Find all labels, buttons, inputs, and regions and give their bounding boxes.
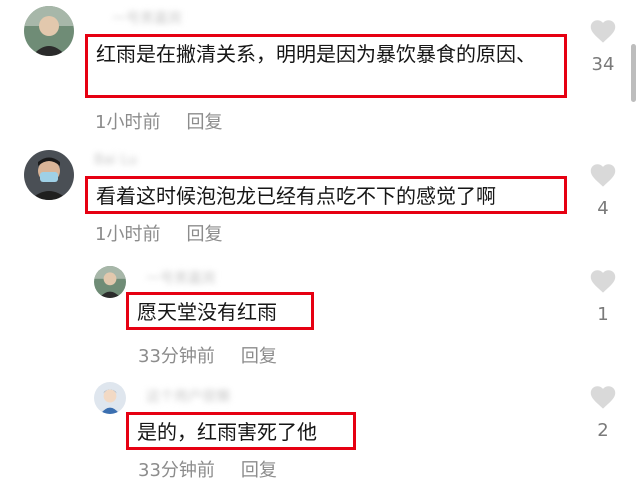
avatar[interactable] bbox=[94, 266, 126, 298]
avatar[interactable] bbox=[24, 6, 74, 56]
comment-meta: 33分钟前 回复 bbox=[138, 342, 277, 368]
comment-meta: 1小时前 回复 bbox=[95, 108, 222, 134]
like-count: 2 bbox=[597, 420, 609, 441]
like-count: 1 bbox=[597, 304, 609, 325]
reply-button[interactable]: 回复 bbox=[186, 112, 222, 133]
scrollbar[interactable] bbox=[631, 44, 636, 102]
comment-text: 愿天堂没有红雨 bbox=[126, 292, 314, 330]
comment-text: 看着这时候泡泡龙已经有点吃不下的感觉了啊 bbox=[85, 176, 567, 214]
comment-text: 红雨是在撇清关系，明明是因为暴饮暴食的原因、 bbox=[85, 34, 567, 98]
timestamp: 1小时前 bbox=[95, 112, 161, 133]
reply-button[interactable]: 回复 bbox=[186, 224, 222, 245]
like-count: 34 bbox=[591, 54, 615, 75]
heart-icon bbox=[590, 20, 616, 43]
like-button[interactable]: 1 bbox=[583, 268, 623, 325]
heart-icon bbox=[590, 164, 616, 187]
reply-button[interactable]: 回复 bbox=[241, 346, 277, 367]
comment-text: 是的，红雨害死了他 bbox=[126, 412, 356, 450]
comment-meta: 33分钟前 回复 bbox=[138, 456, 277, 482]
comment-meta: 1小时前 回复 bbox=[95, 220, 222, 246]
timestamp: 33分钟前 bbox=[138, 460, 215, 481]
username[interactable]: Bai Lu bbox=[94, 152, 137, 168]
timestamp: 33分钟前 bbox=[138, 346, 215, 367]
avatar[interactable] bbox=[94, 382, 126, 414]
heart-icon bbox=[590, 270, 616, 293]
like-button[interactable]: 2 bbox=[583, 384, 623, 441]
heart-icon bbox=[590, 386, 616, 409]
timestamp: 1小时前 bbox=[95, 224, 161, 245]
like-button[interactable]: 34 bbox=[583, 18, 623, 75]
avatar[interactable] bbox=[24, 150, 74, 200]
like-button[interactable]: 4 bbox=[583, 162, 623, 219]
username[interactable]: 一号男嘉宾 bbox=[112, 8, 182, 28]
username[interactable]: 一号男嘉宾 bbox=[146, 268, 216, 288]
username[interactable]: 这个用户很懒 bbox=[146, 386, 230, 406]
reply-button[interactable]: 回复 bbox=[241, 460, 277, 481]
like-count: 4 bbox=[597, 198, 609, 219]
